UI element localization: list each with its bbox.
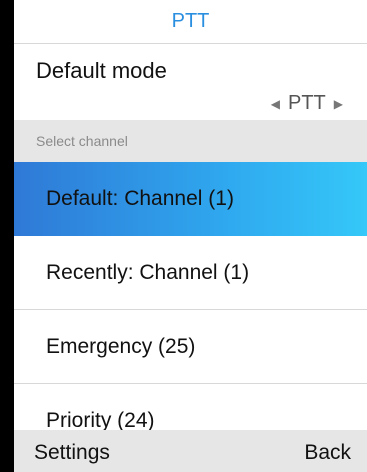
channel-label: Emergency (25) xyxy=(46,334,196,358)
channel-label: Default: Channel (1) xyxy=(46,187,234,210)
select-channel-header: Select channel xyxy=(14,120,367,162)
ptt-screen: PTT Default mode ◀ PTT ▶ Select channel … xyxy=(14,0,367,472)
triangle-left-icon[interactable]: ◀ xyxy=(271,97,280,111)
back-softkey[interactable]: Back xyxy=(304,441,351,465)
triangle-right-icon[interactable]: ▶ xyxy=(334,97,343,111)
settings-softkey[interactable]: Settings xyxy=(34,441,110,465)
channel-item-emergency[interactable]: Emergency (25) xyxy=(14,310,367,384)
channel-item-default[interactable]: Default: Channel (1) xyxy=(14,162,367,236)
section-header-label: Select channel xyxy=(36,133,128,149)
default-mode-row[interactable]: Default mode ◀ PTT ▶ xyxy=(14,44,367,120)
channel-item-recently[interactable]: Recently: Channel (1) xyxy=(14,236,367,310)
default-mode-label: Default mode xyxy=(36,58,167,83)
softkey-bar: Settings Back xyxy=(14,430,367,472)
channel-label: Priority (24) xyxy=(46,408,155,432)
mode-value: PTT xyxy=(287,92,326,114)
channel-list: Default: Channel (1) Recently: Channel (… xyxy=(14,162,367,458)
mode-selector[interactable]: ◀ PTT ▶ xyxy=(263,92,351,115)
channel-label: Recently: Channel (1) xyxy=(46,260,250,284)
page-title: PTT xyxy=(171,10,210,32)
title-bar: PTT xyxy=(14,0,367,44)
